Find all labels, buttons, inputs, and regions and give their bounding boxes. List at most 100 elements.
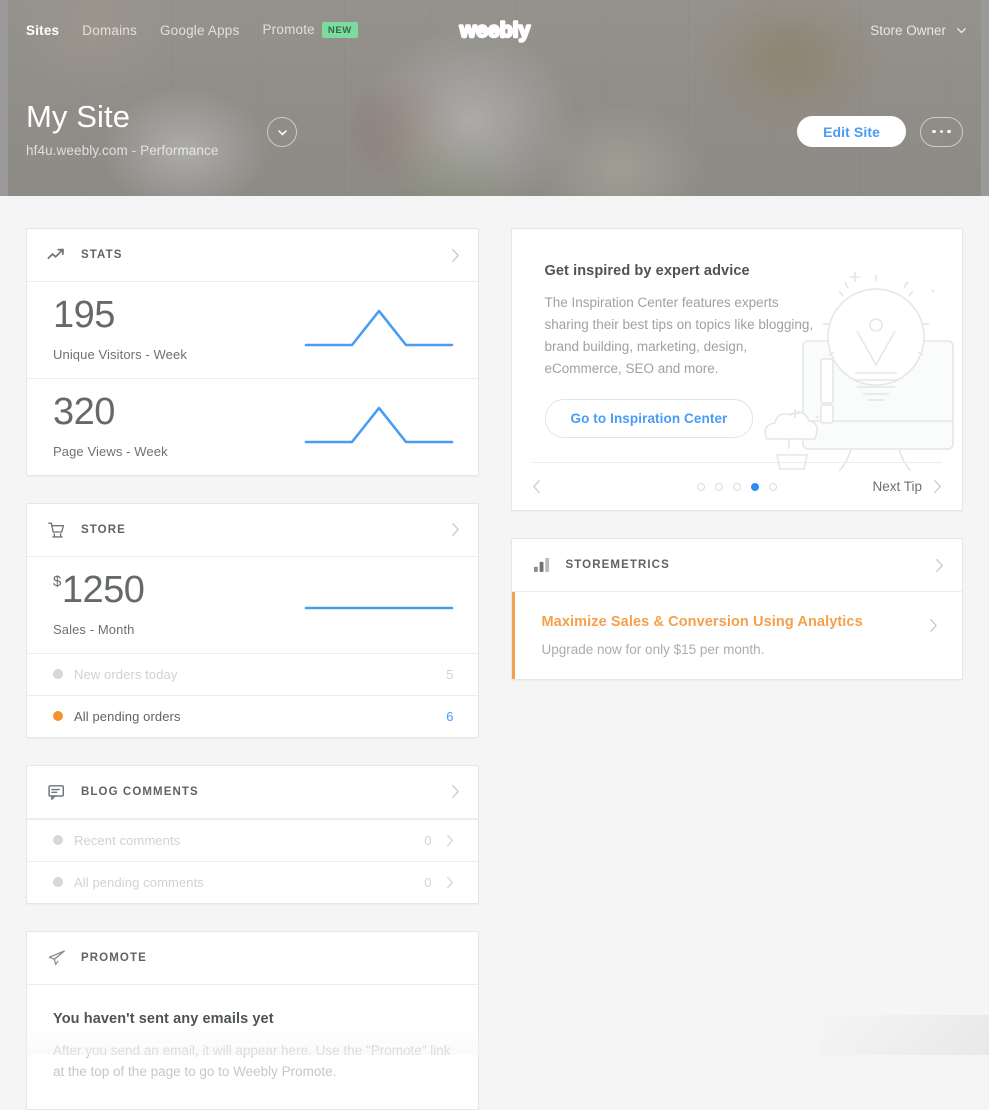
carousel-dots [696, 482, 777, 491]
stats-value: 195 [53, 294, 115, 336]
nav-item-label: Promote [262, 21, 315, 37]
stats-row-page-views[interactable]: 320 Page Views - Week [27, 377, 478, 475]
store-sales-value: $1250 [53, 568, 304, 611]
promote-card-title: PROMOTE [81, 951, 147, 964]
status-dot [53, 835, 63, 846]
carousel-dot[interactable] [696, 482, 705, 491]
trending-up-icon [47, 248, 64, 260]
blog-comments-card: BLOG COMMENTS Recent comments 0 All pend… [26, 764, 479, 904]
carousel-dot-active[interactable] [750, 482, 759, 491]
promote-card: PROMOTE You haven't sent any emails yet … [26, 930, 479, 1110]
more-options-button[interactable] [920, 116, 963, 147]
comment-icon [48, 784, 65, 800]
promote-body-text: After you send an email, it will appear … [53, 1042, 451, 1079]
next-tip-label: Next Tip [872, 479, 922, 495]
row-value: 6 [446, 708, 454, 724]
blog-row-recent-comments[interactable]: Recent comments 0 [27, 818, 478, 861]
stats-label: Page Views - Week [53, 443, 168, 459]
chevron-right-icon [446, 876, 453, 888]
blog-comments-card-title: BLOG COMMENTS [81, 785, 199, 798]
user-menu[interactable]: Store Owner [870, 23, 967, 38]
nav-item-domains[interactable]: Domains [82, 23, 137, 38]
storemetrics-promo-heading: Maximize Sales & Conversion Using Analyt… [541, 614, 863, 631]
status-dot [53, 711, 63, 722]
paper-plane-icon [48, 950, 65, 965]
hero-actions: Edit Site [797, 116, 963, 147]
stats-label: Unique Visitors - Week [53, 346, 187, 362]
store-sales-number: 1250 [61, 568, 145, 611]
chevron-right-icon [934, 480, 941, 494]
chevron-left-icon[interactable] [532, 479, 541, 494]
sparkline-chart [304, 406, 453, 444]
stats-card-header[interactable]: STATS [27, 229, 478, 282]
site-switcher-button[interactable] [267, 117, 297, 147]
row-value: 0 [424, 832, 432, 848]
store-card: STORE $1250 Sales - Month New orders tod… [26, 502, 479, 738]
edit-site-button[interactable]: Edit Site [797, 116, 906, 147]
stats-card-title: STATS [81, 249, 123, 261]
site-info: My Site hf4u.weebly.com - Performance [26, 99, 219, 159]
inspiration-text: The Inspiration Center features experts … [544, 295, 814, 376]
stats-card: STATS 195 Unique Visitors - Week 320 Pag… [26, 228, 479, 476]
nav-item-label: Google Apps [159, 22, 240, 38]
blog-row-pending-comments[interactable]: All pending comments 0 [27, 860, 478, 903]
promote-card-header[interactable]: PROMOTE [27, 932, 478, 985]
chevron-right-icon [930, 619, 937, 633]
nav-item-sites[interactable]: Sites [26, 23, 59, 38]
ellipsis-icon [939, 129, 944, 134]
site-url: hf4u.weebly.com - Performance [26, 143, 219, 159]
chevron-right-icon [451, 523, 459, 537]
svg-text:weebly: weebly [458, 19, 530, 42]
dashboard-content: STATS 195 Unique Visitors - Week 320 Pag… [0, 196, 989, 1110]
store-sales-row[interactable]: $1250 Sales - Month [27, 557, 478, 653]
store-sales-text: $1250 Sales - Month [53, 568, 304, 637]
new-badge: NEW [321, 21, 358, 38]
store-row-new-orders[interactable]: New orders today 5 [27, 652, 478, 695]
inspiration-heading: Get inspired by expert advice [544, 263, 750, 279]
page-title: My Site [26, 99, 131, 134]
top-navigation: Sites Domains Google Apps Promote NEW wee… [0, 0, 989, 60]
promote-card-body: You haven't sent any emails yet After yo… [27, 985, 478, 1109]
ellipsis-icon [947, 129, 951, 134]
row-label: All pending orders [74, 708, 181, 724]
row-label: All pending comments [74, 874, 204, 890]
carousel-dot[interactable] [732, 482, 741, 491]
storemetrics-promo-body: Upgrade now for only $15 per month. [541, 642, 765, 658]
inspiration-carousel-controls: Next Tip [531, 462, 942, 510]
carousel-dot[interactable] [714, 482, 723, 491]
go-to-inspiration-center-button[interactable]: Go to Inspiration Center [544, 399, 754, 439]
storemetrics-promo-text: Maximize Sales & Conversion Using Analyt… [542, 614, 930, 657]
store-card-header[interactable]: STORE [27, 504, 478, 557]
storemetrics-card-header[interactable]: STOREMETRICS [511, 539, 962, 593]
storemetrics-upgrade-promo[interactable]: Maximize Sales & Conversion Using Analyt… [511, 592, 963, 680]
blog-comments-card-header[interactable]: BLOG COMMENTS [27, 766, 478, 819]
store-row-pending-orders[interactable]: All pending orders 6 [27, 694, 478, 737]
nav-item-promote[interactable]: Promote NEW [262, 21, 358, 39]
row-label: Recent comments [74, 832, 181, 848]
stats-row-text: 320 Page Views - Week [53, 392, 304, 459]
inspiration-body: Get inspired by expert advice The Inspir… [512, 229, 963, 439]
stats-row-unique-visitors[interactable]: 195 Unique Visitors - Week [27, 282, 478, 378]
nav-items: Sites Domains Google Apps Promote NEW [26, 21, 358, 39]
nav-item-google-apps[interactable]: Google Apps [160, 23, 240, 38]
storemetrics-card: STOREMETRICS Maximize Sales & Conversion… [510, 538, 963, 681]
weebly-logo[interactable]: weebly [447, 14, 543, 46]
store-sales-label: Sales - Month [53, 621, 135, 637]
hero-banner: Sites Domains Google Apps Promote NEW wee… [0, 0, 989, 196]
next-tip-button[interactable]: Next Tip [872, 479, 942, 494]
row-label: New orders today [74, 666, 178, 682]
user-menu-label: Store Owner [870, 22, 946, 38]
nav-item-label: Sites [26, 22, 60, 38]
inspiration-card: Get inspired by expert advice The Inspir… [510, 228, 963, 512]
ellipsis-icon [932, 129, 936, 134]
stats-row-text: 195 Unique Visitors - Week [53, 294, 304, 362]
promote-heading: You haven't sent any emails yet [53, 1010, 274, 1027]
row-value: 5 [446, 666, 454, 682]
chevron-right-icon [936, 558, 943, 572]
sparkline-chart [304, 606, 453, 610]
row-value: 0 [424, 874, 432, 890]
carousel-dot[interactable] [768, 482, 777, 491]
currency-symbol: $ [53, 572, 61, 590]
chevron-right-icon [446, 834, 453, 846]
storemetrics-card-title: STOREMETRICS [565, 559, 670, 572]
